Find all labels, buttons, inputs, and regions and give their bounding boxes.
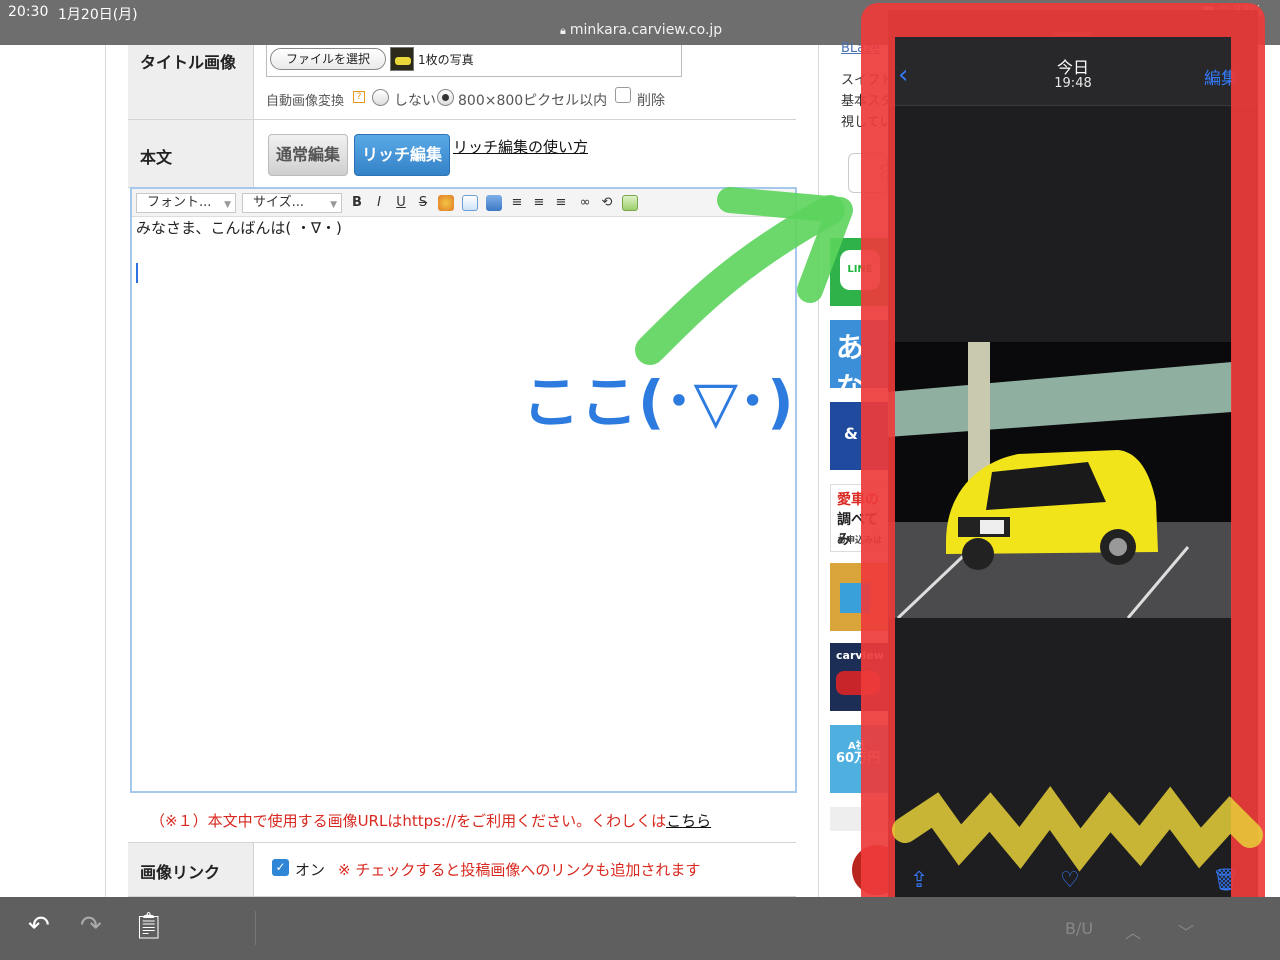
edit-button[interactable]: 編集 [1204,64,1238,89]
grabber-handle[interactable] [1053,32,1093,36]
trash-icon[interactable]: 🗑︎ [1212,868,1240,893]
redo-icon[interactable]: ↷ [80,911,102,941]
undo-icon[interactable]: ↶ [28,911,50,941]
share-icon[interactable]: ⇪ [910,868,928,893]
separator [255,911,256,945]
car-photo-image [888,342,1232,618]
heart-icon[interactable]: ♡ [1060,868,1080,893]
annotation-text: ここ(･▽･) [522,368,794,436]
chevron-up-icon[interactable]: ︿ [1125,919,1141,943]
format-label[interactable]: B/U [1065,919,1093,938]
photo-date-title: 今日 [1056,58,1089,77]
photo-viewer: ‹ 今日 19:48 編集 ⇪ ♡ 🗑︎ [888,10,1258,930]
bottom-toolbar: ↶ ↷ 📋︎ B/U ︿ ﹀ [0,897,1280,960]
chevron-down-icon[interactable]: ﹀ [1178,919,1194,943]
car-photo[interactable] [888,342,1232,618]
photo-time: 19:48 [1054,76,1092,91]
photo-header: ‹ 今日 19:48 編集 [888,10,1258,106]
clipboard-icon[interactable]: 📋︎ [132,911,165,941]
